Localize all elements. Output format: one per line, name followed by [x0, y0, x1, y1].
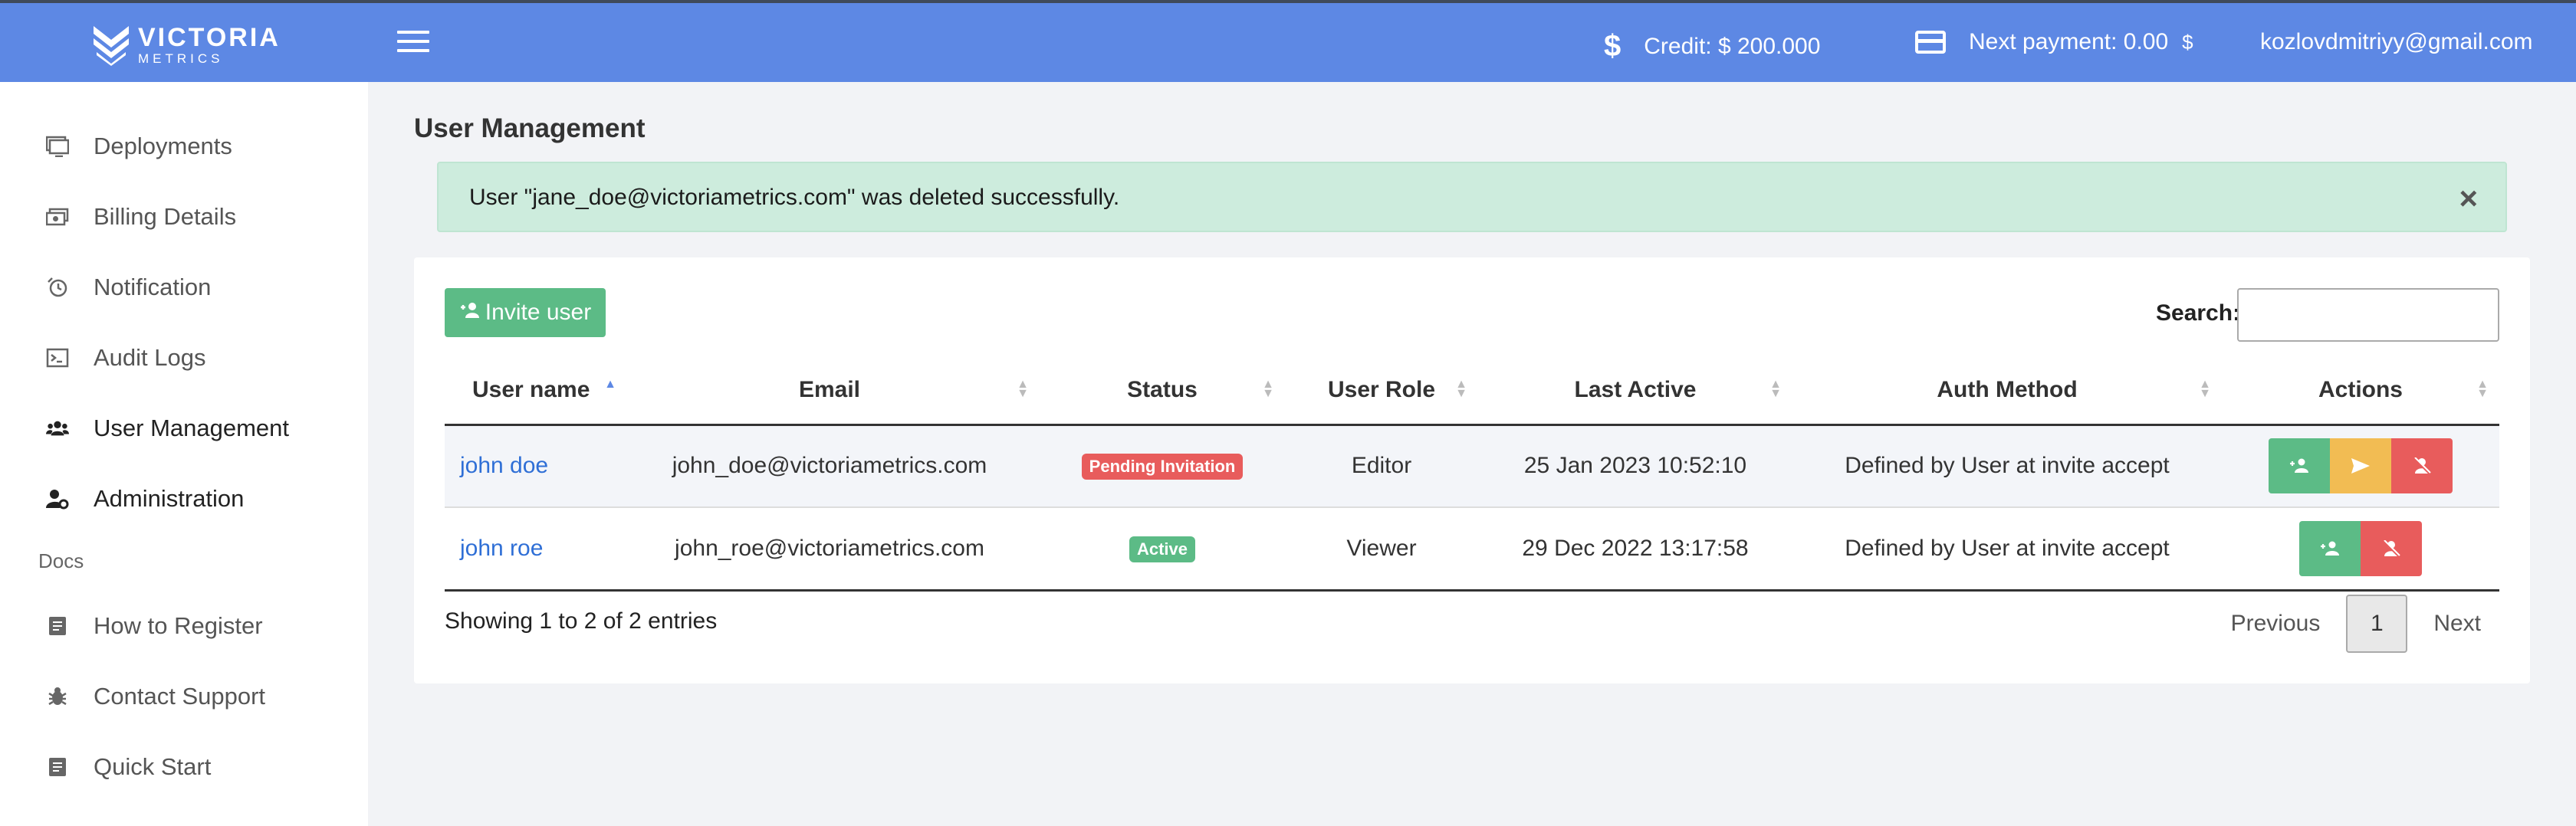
sidebar-item-notification[interactable]: Notification — [0, 264, 368, 310]
sort-icon: ▲ ▼ — [1017, 378, 1029, 400]
page-1-button[interactable]: 1 — [2346, 595, 2408, 653]
sort-icon: ▲ ▼ — [2199, 378, 2211, 400]
sidebar: Deployments Billing Details Notification… — [0, 82, 368, 826]
sidebar-item-quick-start[interactable]: Quick Start — [0, 744, 368, 790]
column-header-actions[interactable]: Actions ▲ ▼ — [2222, 357, 2499, 426]
email-cell: john_roe@victoriametrics.com — [619, 507, 1040, 592]
sort-ascending-icon: ▲ — [604, 378, 616, 391]
column-header-user-name[interactable]: User name ▲ — [445, 357, 619, 426]
credit-display: $ Credit: $ 200.000 — [1604, 29, 1820, 64]
sort-icon: ▲ ▼ — [1262, 378, 1274, 400]
sidebar-item-label: Quick Start — [94, 753, 212, 780]
user-name-link[interactable]: john doe — [460, 453, 548, 478]
document-icon — [46, 756, 69, 778]
table-row: john doe john_doe@victoriametrics.com Pe… — [445, 424, 2499, 508]
role-cell: Editor — [1285, 424, 1478, 508]
column-header-status[interactable]: Status ▲ ▼ — [1040, 357, 1285, 426]
email-cell: john_doe@victoriametrics.com — [619, 424, 1040, 508]
sidebar-item-user-management[interactable]: User Management — [0, 405, 368, 451]
next-page-button[interactable]: Next — [2415, 611, 2499, 637]
sidebar-item-label: Audit Logs — [94, 344, 206, 371]
money-icon — [46, 205, 69, 228]
auth-method-cell: Defined by User at invite accept — [1792, 507, 2222, 592]
close-icon[interactable]: × — [2459, 180, 2478, 217]
edit-user-icon[interactable] — [2299, 520, 2361, 576]
status-badge: Active — [1129, 536, 1196, 562]
sidebar-item-audit-logs[interactable]: Audit Logs — [0, 335, 368, 381]
credit-text: Credit: $ 200.000 — [1644, 33, 1821, 59]
document-icon — [46, 615, 69, 638]
sort-icon: ▲ ▼ — [1769, 378, 1782, 400]
top-bar: VICTORIA METRICS $ Credit: $ 200.000 Nex… — [0, 0, 2576, 82]
column-header-email[interactable]: Email ▲ ▼ — [619, 357, 1040, 426]
users-table: User name ▲ Email ▲ ▼ Status ▲ ▼ User Role… — [445, 357, 2499, 592]
sidebar-item-label: Notification — [94, 274, 212, 300]
hamburger-menu-icon[interactable] — [397, 31, 429, 55]
column-header-last-active[interactable]: Last Active ▲ ▼ — [1478, 357, 1792, 426]
table-row: john roe john_roe@victoriametrics.com Ac… — [445, 507, 2499, 592]
page-title: User Management — [414, 113, 646, 143]
logo-subtext: METRICS — [138, 51, 224, 66]
sidebar-item-billing-details[interactable]: Billing Details — [0, 194, 368, 240]
next-payment-display: Next payment: 0.00 $ — [1915, 29, 2193, 55]
user-name-cell: john doe — [445, 424, 619, 508]
role-cell: Viewer — [1285, 507, 1478, 592]
alert-message: User "jane_doe@victoriametrics.com" was … — [469, 185, 1120, 210]
invite-user-label: Invite user — [485, 300, 592, 325]
sidebar-item-how-to-register[interactable]: How to Register — [0, 603, 368, 649]
credit-card-icon — [1915, 31, 1946, 54]
success-alert: User "jane_doe@victoriametrics.com" was … — [437, 162, 2507, 232]
sidebar-item-deployments[interactable]: Deployments — [0, 123, 368, 169]
sidebar-item-administration[interactable]: Administration — [0, 476, 368, 522]
user-gear-icon — [46, 487, 69, 510]
monitor-icon — [46, 135, 69, 158]
last-active-cell: 25 Jan 2023 10:52:10 — [1478, 424, 1792, 508]
previous-page-button[interactable]: Previous — [2213, 611, 2339, 637]
actions-cell — [2222, 507, 2499, 592]
users-panel: Invite user Search: User name ▲ Email ▲ ▼… — [414, 257, 2530, 683]
terminal-icon — [46, 346, 69, 369]
sort-icon: ▲ ▼ — [2476, 378, 2489, 400]
alarm-clock-icon — [46, 276, 69, 299]
pagination: Previous 1 Next — [2213, 595, 2499, 653]
logo-text: VICTORIA — [138, 22, 281, 52]
status-cell: Pending Invitation — [1040, 424, 1285, 508]
sidebar-item-label: Deployments — [94, 133, 232, 159]
actions-cell — [2222, 424, 2499, 508]
user-email[interactable]: kozlovdmitriyy@gmail.com — [2260, 29, 2533, 55]
dollar-icon: $ — [1604, 29, 1622, 63]
docs-section-label: Docs — [38, 549, 84, 572]
victoria-metrics-logo[interactable]: VICTORIA METRICS — [92, 23, 281, 66]
sidebar-item-contact-support[interactable]: Contact Support — [0, 674, 368, 719]
search-input[interactable] — [2237, 288, 2499, 342]
edit-user-icon[interactable] — [2269, 438, 2330, 494]
sidebar-item-label: Administration — [94, 485, 245, 512]
invite-user-button[interactable]: Invite user — [445, 288, 606, 337]
user-name-cell: john roe — [445, 507, 619, 592]
last-active-cell: 29 Dec 2022 13:17:58 — [1478, 507, 1792, 592]
delete-user-icon[interactable] — [2391, 438, 2453, 494]
status-cell: Active — [1040, 507, 1285, 592]
next-payment-currency: $ — [2182, 30, 2193, 54]
column-header-user-role[interactable]: User Role ▲ ▼ — [1285, 357, 1478, 426]
delete-user-icon[interactable] — [2361, 520, 2422, 576]
entries-info: Showing 1 to 2 of 2 entries — [445, 608, 718, 634]
next-payment-text: Next payment: 0.00 — [1969, 29, 2169, 54]
logo-icon — [94, 26, 129, 66]
users-icon — [46, 417, 69, 440]
column-header-auth-method[interactable]: Auth Method ▲ ▼ — [1792, 357, 2222, 426]
search-label: Search: — [2156, 300, 2241, 326]
sidebar-item-label: Billing Details — [94, 203, 237, 230]
table-header-row: User name ▲ Email ▲ ▼ Status ▲ ▼ User Role… — [445, 357, 2499, 426]
sidebar-item-label: How to Register — [94, 612, 263, 639]
auth-method-cell: Defined by User at invite accept — [1792, 424, 2222, 508]
sort-icon: ▲ ▼ — [1455, 378, 1467, 400]
user-name-link[interactable]: john roe — [460, 536, 543, 561]
bug-icon — [46, 685, 69, 708]
user-plus-icon — [459, 302, 481, 324]
sidebar-item-label: Contact Support — [94, 683, 266, 710]
send-invite-icon[interactable] — [2330, 438, 2391, 494]
status-badge: Pending Invitation — [1081, 454, 1244, 480]
sidebar-item-label: User Management — [94, 415, 290, 441]
